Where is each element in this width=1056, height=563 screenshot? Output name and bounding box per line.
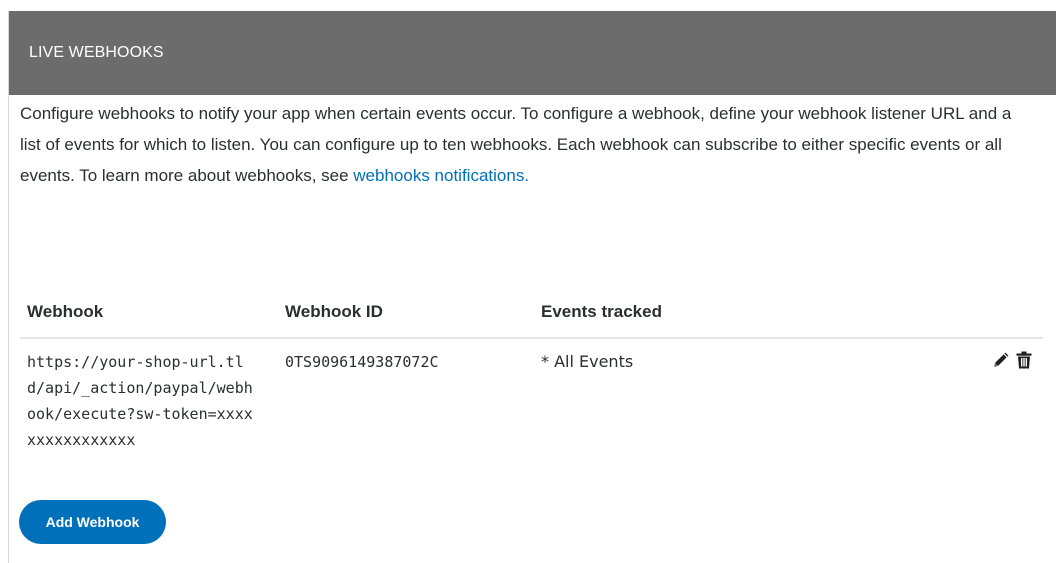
panel-header: LIVE WEBHOOKS bbox=[9, 11, 1056, 95]
webhooks-table: Webhook Webhook ID Events tracked https:… bbox=[20, 289, 1043, 479]
intro-paragraph: Configure webhooks to notify your app wh… bbox=[20, 98, 1030, 191]
add-webhook-button[interactable]: Add Webhook bbox=[19, 500, 166, 544]
live-webhooks-panel: LIVE WEBHOOKS bbox=[8, 11, 1056, 563]
column-header-webhook-id: Webhook ID bbox=[285, 302, 383, 321]
pencil-icon[interactable] bbox=[991, 351, 1009, 369]
events-tracked: * All Events bbox=[541, 352, 634, 371]
webhook-id: 0TS9096149387072C bbox=[285, 353, 439, 371]
webhook-url: https://your-shop-url.tld/api/_action/pa… bbox=[27, 353, 253, 449]
column-header-webhook: Webhook bbox=[27, 302, 104, 321]
column-header-events-tracked: Events tracked bbox=[541, 302, 662, 321]
trash-icon[interactable] bbox=[1015, 351, 1033, 369]
table-row: https://your-shop-url.tld/api/_action/pa… bbox=[20, 339, 1043, 479]
panel-title: LIVE WEBHOOKS bbox=[29, 44, 164, 61]
webhooks-notifications-link[interactable]: webhooks notifications. bbox=[353, 166, 529, 185]
row-actions bbox=[991, 351, 1033, 369]
table-header: Webhook Webhook ID Events tracked bbox=[20, 289, 1043, 339]
